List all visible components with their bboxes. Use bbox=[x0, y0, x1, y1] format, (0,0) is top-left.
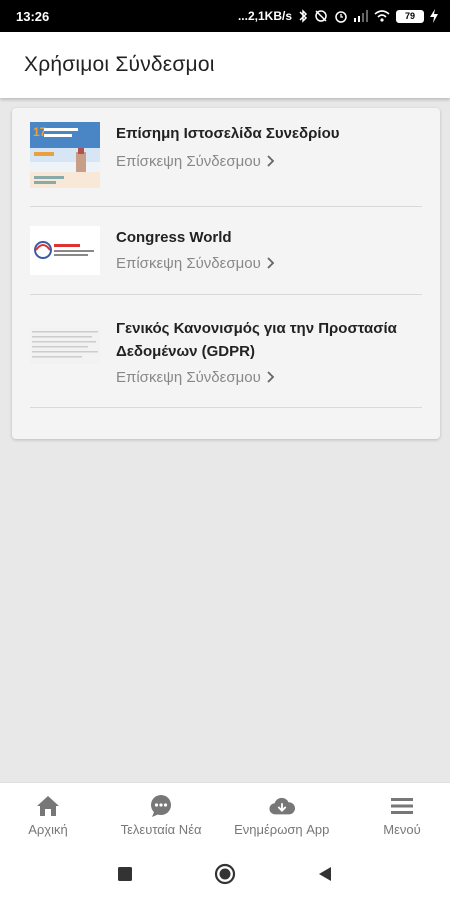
link-title: Επίσημη Ιστοσελίδα Συνεδρίου bbox=[116, 125, 340, 142]
visit-link-label: Επίσκεψη Σύνδεσμου bbox=[116, 369, 261, 386]
status-time: 13:26 bbox=[16, 8, 50, 24]
circle-icon bbox=[214, 863, 236, 884]
nav-label: Ενημέρωση App bbox=[234, 821, 330, 837]
link-item-congress-world[interactable]: Congress World Επίσκεψη Σύνδεσμου bbox=[30, 207, 422, 295]
network-speed: ...2,1KB/s bbox=[237, 9, 292, 23]
nav-app-update[interactable]: Ενημέρωση App bbox=[234, 783, 329, 847]
visit-link-label: Επίσκεψη Σύνδεσμου bbox=[116, 255, 261, 272]
page-title: Χρήσιμοι Σύνδεσμοι bbox=[24, 53, 215, 76]
nav-label: Αρχική bbox=[28, 821, 68, 837]
status-bar: 13:26 ...2,1KB/s 79 bbox=[0, 0, 450, 32]
nav-label: Τελευταία Νέα bbox=[120, 821, 202, 837]
bluetooth-icon bbox=[298, 9, 308, 23]
system-nav-bar bbox=[0, 847, 450, 900]
nav-latest-news[interactable]: Τελευταία Νέα bbox=[121, 783, 202, 847]
nav-menu[interactable]: Μενού bbox=[362, 783, 442, 847]
chevron-right-icon bbox=[267, 154, 275, 170]
bottom-nav: Αρχική Τελευταία Νέα Ενημέρωση App Μενού bbox=[0, 782, 450, 847]
links-card: 17 Επίσημη Ιστοσελίδα Συνεδρίου Επίσκεψη… bbox=[12, 108, 440, 439]
cloud-download-icon bbox=[269, 794, 295, 818]
chevron-right-icon bbox=[267, 370, 275, 386]
nav-home[interactable]: Αρχική bbox=[8, 783, 88, 847]
sync-off-icon bbox=[314, 9, 328, 23]
visit-link-button[interactable]: Επίσκεψη Σύνδεσμου bbox=[116, 369, 422, 386]
visit-link-label: Επίσκεψη Σύνδεσμου bbox=[116, 153, 261, 170]
alarm-icon bbox=[334, 9, 348, 23]
status-icons: ...2,1KB/s 79 bbox=[238, 9, 438, 23]
battery-icon: 79 bbox=[396, 9, 424, 23]
link-title: Congress World bbox=[116, 229, 232, 246]
back-button[interactable] bbox=[310, 859, 340, 889]
home-icon bbox=[35, 794, 61, 818]
square-icon bbox=[118, 866, 132, 881]
recents-button[interactable] bbox=[110, 859, 140, 889]
congress-world-logo bbox=[30, 226, 100, 275]
charging-icon bbox=[430, 9, 438, 23]
chevron-right-icon bbox=[267, 256, 275, 272]
nav-label: Μενού bbox=[383, 821, 421, 837]
link-item-gdpr[interactable]: Γενικός Κανονισμός για την Προστασία Δεδ… bbox=[30, 295, 422, 408]
home-system-button[interactable] bbox=[210, 859, 240, 889]
gdpr-document-thumbnail bbox=[30, 328, 100, 364]
link-item-official-website[interactable]: 17 Επίσημη Ιστοσελίδα Συνεδρίου Επίσκεψη… bbox=[30, 108, 422, 207]
chat-bubble-icon bbox=[148, 794, 174, 818]
hamburger-menu-icon bbox=[389, 794, 415, 818]
congress-poster-thumbnail: 17 bbox=[30, 122, 100, 188]
wifi-icon bbox=[374, 10, 390, 22]
app-header: Χρήσιμοι Σύνδεσμοι bbox=[0, 32, 450, 98]
back-triangle-icon bbox=[319, 866, 331, 881]
visit-link-button[interactable]: Επίσκεψη Σύνδεσμου bbox=[116, 153, 339, 170]
visit-link-button[interactable]: Επίσκεψη Σύνδεσμου bbox=[116, 255, 275, 272]
link-title: Γενικός Κανονισμός για την Προστασία Δεδ… bbox=[116, 320, 397, 360]
signal-icon bbox=[354, 10, 368, 22]
